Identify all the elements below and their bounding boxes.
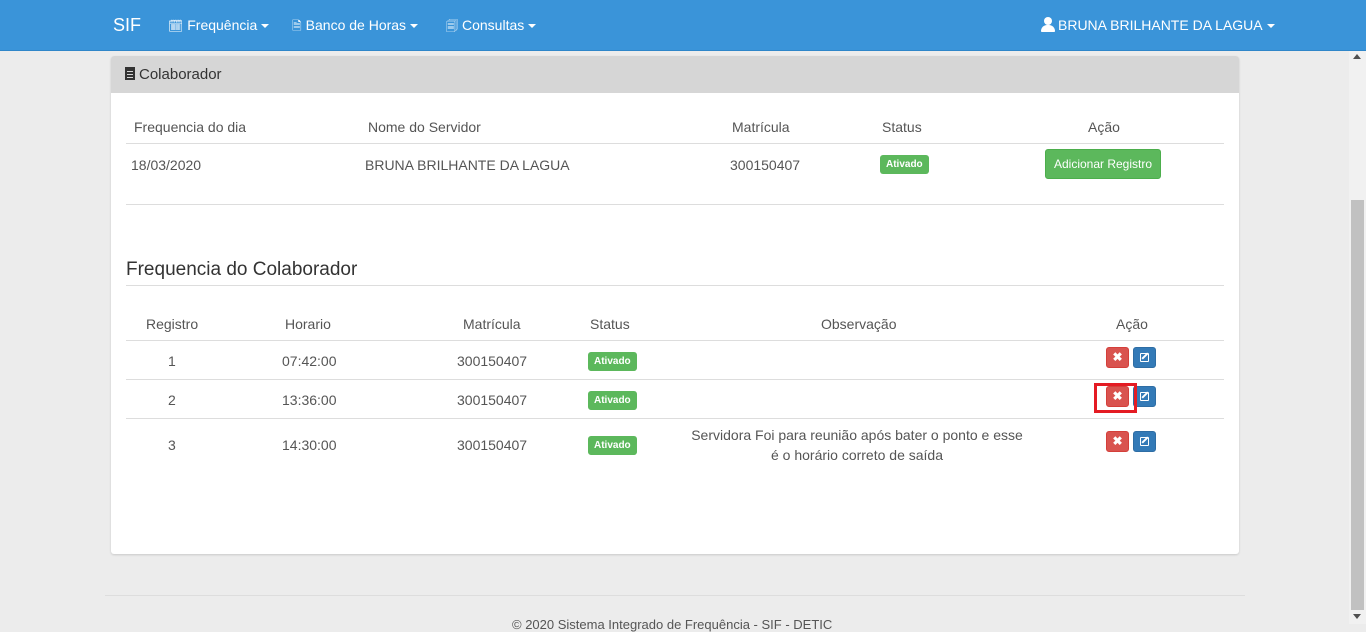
user-name: BRUNA BRILHANTE DA LAGUA bbox=[1058, 17, 1263, 33]
colaborador-panel: Colaborador Frequencia do dia Nome do Se… bbox=[111, 56, 1239, 554]
user-menu[interactable]: BRUNA BRILHANTE DA LAGUA bbox=[1041, 17, 1275, 33]
close-icon: ✖ bbox=[1112, 350, 1123, 364]
menu-banco-label: Banco de Horas bbox=[305, 17, 407, 33]
divider bbox=[126, 204, 1224, 205]
edit-icon bbox=[1140, 392, 1149, 401]
col-registro: Registro bbox=[146, 316, 199, 332]
divider bbox=[126, 143, 1224, 144]
divider bbox=[126, 379, 1224, 380]
menu-banco-de-horas[interactable]: 🗎 Banco de Horas bbox=[292, 17, 419, 38]
cell-matricula: 300150407 bbox=[457, 353, 528, 369]
add-record-button[interactable]: Adicionar Registro bbox=[1045, 149, 1161, 179]
delete-button[interactable]: ✖ bbox=[1106, 431, 1129, 452]
cell-name: BRUNA BRILHANTE DA LAGUA bbox=[365, 157, 570, 173]
caret-down-icon bbox=[261, 24, 270, 29]
divider bbox=[126, 340, 1224, 341]
col-horario: Horario bbox=[285, 316, 331, 332]
col-acao: Ação bbox=[1116, 316, 1148, 332]
edit-icon bbox=[1140, 437, 1149, 446]
menu-consultas[interactable]: 🗐 Consultas bbox=[446, 17, 537, 38]
edit-button[interactable] bbox=[1133, 347, 1156, 368]
footer-text: © 2020 Sistema Integrado de Frequência -… bbox=[512, 617, 833, 632]
delete-button[interactable]: ✖ bbox=[1106, 347, 1129, 368]
brand-link[interactable]: SIF bbox=[113, 15, 141, 36]
edit-icon bbox=[1140, 353, 1149, 362]
cell-matricula: 300150407 bbox=[457, 392, 528, 408]
user-icon bbox=[1041, 17, 1055, 32]
menu-frequencia[interactable]: 🗓 Frequência bbox=[168, 17, 270, 33]
status-badge: Ativado bbox=[588, 391, 637, 410]
col-observacao: Observação bbox=[821, 316, 897, 332]
col-status: Status bbox=[882, 119, 922, 135]
panel-title-text: Colaborador bbox=[139, 66, 222, 83]
col-matricula: Matrícula bbox=[463, 316, 521, 332]
document-icon bbox=[125, 67, 135, 80]
cell-horario: 13:36:00 bbox=[282, 392, 337, 408]
scroll-down-arrow-icon[interactable] bbox=[1353, 614, 1361, 619]
status-badge: Ativado bbox=[588, 436, 637, 455]
highlight-box bbox=[1094, 383, 1137, 413]
footer-divider bbox=[105, 595, 1245, 596]
panel-heading: Colaborador bbox=[111, 56, 1239, 93]
cell-matricula: 300150407 bbox=[730, 157, 801, 173]
scrollbar-thumb[interactable] bbox=[1351, 200, 1364, 610]
status-badge: Ativado bbox=[880, 155, 929, 174]
cell-observacao: Servidora Foi para reunião após bater o … bbox=[691, 427, 1023, 463]
col-acao: Ação bbox=[1088, 119, 1120, 135]
col-matricula: Matrícula bbox=[732, 119, 790, 135]
menu-consultas-label: Consultas bbox=[462, 17, 525, 33]
cell-matricula: 300150407 bbox=[457, 437, 528, 453]
edit-button[interactable] bbox=[1133, 431, 1156, 452]
document-icon: 🗎 bbox=[292, 19, 302, 33]
cell-registro: 1 bbox=[168, 353, 176, 369]
caret-down-icon bbox=[410, 24, 419, 29]
divider bbox=[126, 285, 1224, 286]
scroll-up-arrow-icon[interactable] bbox=[1353, 54, 1361, 59]
cell-registro: 2 bbox=[168, 392, 176, 408]
top-navbar: SIF 🗓 Frequência 🗎 Banco de Horas 🗐 Consult… bbox=[0, 0, 1366, 51]
col-status: Status bbox=[590, 316, 630, 332]
col-nome-servidor: Nome do Servidor bbox=[368, 119, 481, 135]
menu-frequencia-label: Frequência bbox=[187, 17, 258, 33]
cell-horario: 14:30:00 bbox=[282, 437, 337, 453]
panel-title: Colaborador bbox=[125, 66, 222, 83]
caret-down-icon bbox=[528, 24, 537, 29]
caret-down-icon bbox=[1266, 24, 1275, 29]
col-frequencia-dia: Frequencia do dia bbox=[134, 119, 247, 135]
status-badge: Ativado bbox=[588, 352, 637, 371]
cell-registro: 3 bbox=[168, 437, 176, 453]
cell-horario: 07:42:00 bbox=[282, 353, 337, 369]
section-title: Frequencia do Colaborador bbox=[126, 259, 358, 280]
clock-calendar-icon: 🗓 bbox=[168, 19, 184, 33]
close-icon: ✖ bbox=[1112, 434, 1123, 448]
cell-date: 18/03/2020 bbox=[131, 157, 202, 173]
divider bbox=[126, 418, 1224, 419]
search-document-icon: 🗐 bbox=[446, 19, 458, 33]
